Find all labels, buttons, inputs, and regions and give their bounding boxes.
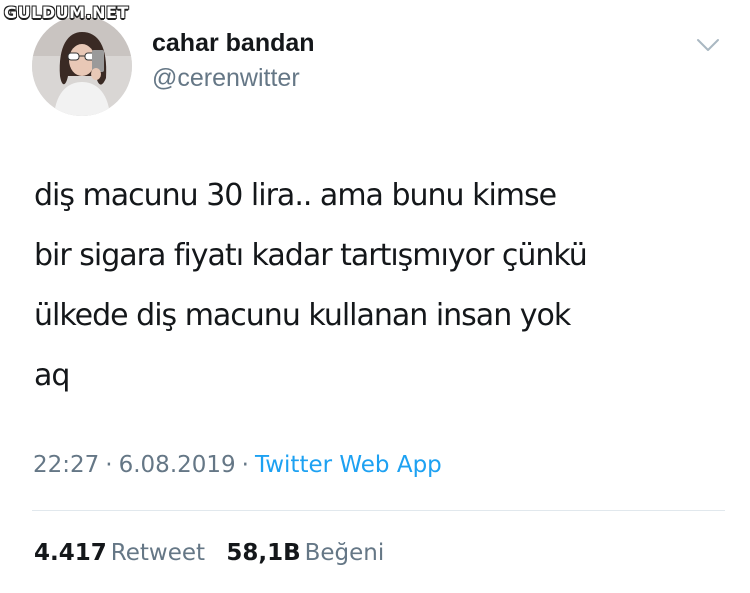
tweet-text: diş macunu 30 lira.. ama bunu kimse bir … bbox=[34, 166, 734, 406]
like-count: 58,1B bbox=[226, 540, 301, 566]
retweet-stat[interactable]: 4.417 Retweet bbox=[34, 536, 205, 570]
author-block: cahar bandan @cerenwitter bbox=[152, 28, 315, 93]
like-stat[interactable]: 58,1B Beğeni bbox=[226, 536, 384, 570]
tweet-card: cahar bandan @cerenwitter diş macunu 30 … bbox=[0, 0, 750, 593]
tweet-text-line: aq bbox=[34, 358, 70, 393]
site-watermark: GULDUM.NET bbox=[4, 3, 129, 22]
separator-dot: · bbox=[105, 452, 113, 478]
avatar[interactable] bbox=[32, 16, 132, 116]
retweet-count: 4.417 bbox=[34, 540, 107, 566]
tweet-source-link[interactable]: Twitter Web App bbox=[255, 452, 442, 478]
tweet-metadata: 22:27 · 6.08.2019 · Twitter Web App bbox=[33, 448, 442, 482]
user-handle[interactable]: @cerenwitter bbox=[152, 63, 315, 93]
divider bbox=[32, 510, 725, 511]
tweet-date[interactable]: 6.08.2019 bbox=[119, 452, 236, 478]
retweet-label: Retweet bbox=[110, 540, 206, 566]
tweet-text-line: bir sigara fiyatı kadar tartışmıyor çünk… bbox=[34, 238, 588, 273]
chevron-down-icon bbox=[697, 39, 719, 51]
avatar-photo bbox=[32, 16, 132, 116]
like-label: Beğeni bbox=[304, 540, 385, 566]
tweet-text-line: ülkede diş macunu kullanan insan yok bbox=[34, 298, 571, 333]
tweet-text-line: diş macunu 30 lira.. ama bunu kimse bbox=[34, 178, 557, 213]
tweet-menu-button[interactable] bbox=[693, 32, 723, 56]
tweet-stats: 4.417 Retweet 58,1B Beğeni bbox=[34, 536, 384, 570]
display-name[interactable]: cahar bandan bbox=[152, 28, 315, 58]
separator-dot: · bbox=[241, 452, 249, 478]
tweet-time[interactable]: 22:27 bbox=[33, 452, 99, 478]
